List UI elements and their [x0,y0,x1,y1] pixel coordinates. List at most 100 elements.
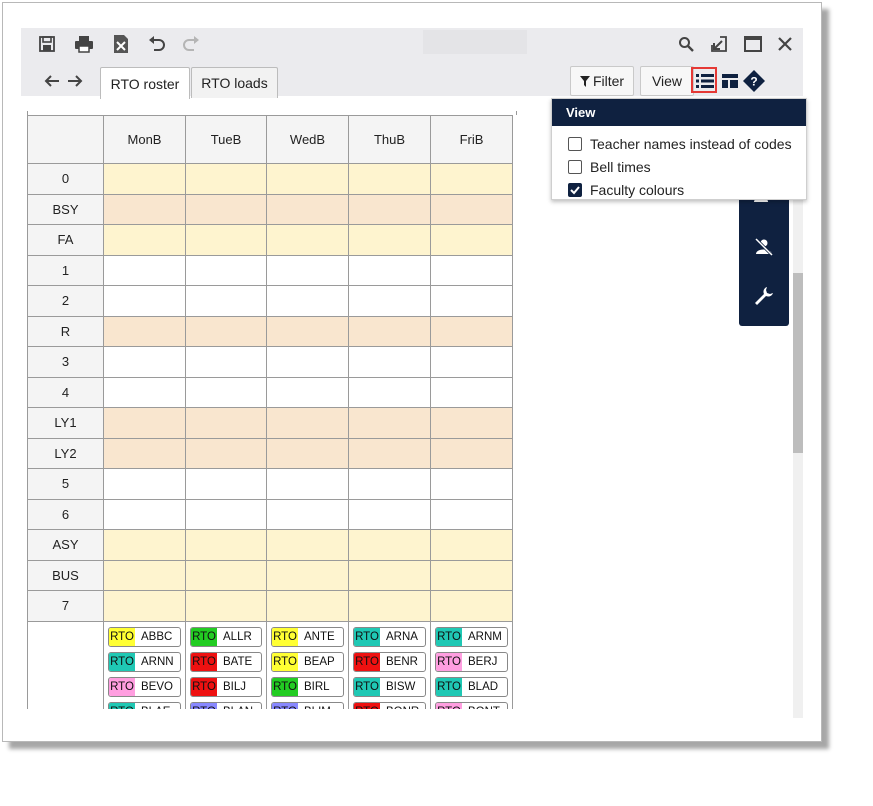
export-icon[interactable] [109,32,133,56]
roster-cell[interactable] [185,254,267,286]
roster-cell[interactable] [348,559,431,591]
checkbox[interactable] [568,136,582,151]
option-teacher-names[interactable]: Teacher names instead of codes [552,132,806,155]
option-faculty-colours[interactable]: Faculty colours [552,178,806,201]
roster-cell[interactable] [430,559,513,591]
roster-cell[interactable] [185,498,267,530]
roster-cell[interactable] [266,224,349,256]
roster-cell[interactable] [103,224,186,256]
roster-cell[interactable] [185,437,267,469]
save-icon[interactable] [35,32,59,56]
roster-cell[interactable] [103,407,186,439]
roster-cell[interactable] [103,529,186,561]
roster-cell[interactable] [185,468,267,500]
teacher-chip[interactable]: RTOBLAE [108,701,181,709]
checkbox[interactable] [568,159,582,174]
roster-cell[interactable] [348,407,431,439]
roster-cell[interactable] [185,529,267,561]
roster-cell[interactable] [348,315,431,347]
roster-cell[interactable] [266,529,349,561]
roster-cell[interactable] [266,193,349,225]
roster-cell[interactable] [430,285,513,317]
teacher-chip[interactable]: RTO ARNM [435,626,508,647]
print-icon[interactable] [72,32,96,56]
teacher-chip[interactable]: RTOBONT [435,701,508,709]
roster-cell[interactable] [185,163,267,195]
roster-cell[interactable] [430,407,513,439]
teacher-chip[interactable]: RTO BLAD [435,676,508,697]
teacher-chip[interactable]: RTO BILJ [190,676,262,697]
roster-cell[interactable] [266,285,349,317]
roster-cell[interactable] [430,376,513,408]
roster-cell[interactable] [103,559,186,591]
roster-cell[interactable] [430,529,513,561]
roster-cell[interactable] [103,498,186,530]
scrollbar-thumb[interactable] [793,273,803,453]
teacher-chip[interactable]: RTO ARNA [353,626,426,647]
teacher-chip[interactable]: RTO BATE [190,651,262,672]
undo-icon[interactable] [145,32,169,56]
roster-cell[interactable] [348,468,431,500]
teacher-chip[interactable]: RTO BEAP [271,651,344,672]
roster-cell[interactable] [103,193,186,225]
roster-cell[interactable] [348,437,431,469]
roster-cell[interactable] [266,315,349,347]
roster-cell[interactable] [266,346,349,378]
wrench-icon[interactable] [752,284,776,308]
roster-cell[interactable] [103,468,186,500]
view-button[interactable]: View [640,66,694,96]
roster-cell[interactable] [266,407,349,439]
teacher-chip[interactable]: RTO ARNN [108,651,181,672]
roster-cell[interactable] [185,590,267,622]
roster-cell[interactable] [348,285,431,317]
roster-cell[interactable] [430,315,513,347]
roster-cell[interactable] [430,498,513,530]
teacher-chip[interactable]: RTOBONR [353,701,426,709]
help-icon[interactable]: ? [742,69,766,93]
roster-cell[interactable] [348,224,431,256]
back-arrow-icon[interactable] [40,69,64,93]
roster-cell[interactable] [266,498,349,530]
search-icon[interactable] [674,32,698,56]
roster-cell[interactable] [185,376,267,408]
roster-cell[interactable] [348,529,431,561]
roster-cell[interactable] [103,346,186,378]
layout-icon[interactable] [718,69,742,93]
teacher-chip[interactable]: RTO BERJ [435,651,508,672]
tab-rto-loads[interactable]: RTO loads [191,67,278,98]
roster-cell[interactable] [430,224,513,256]
roster-cell[interactable] [430,590,513,622]
roster-cell[interactable] [266,590,349,622]
roster-cell[interactable] [430,346,513,378]
maximize-icon[interactable] [741,32,765,56]
roster-cell[interactable] [430,254,513,286]
teacher-chip[interactable]: RTO BIRL [271,676,344,697]
roster-cell[interactable] [348,163,431,195]
roster-cell[interactable] [185,285,267,317]
roster-cell[interactable] [266,468,349,500]
roster-cell[interactable] [266,163,349,195]
roster-cell[interactable] [348,590,431,622]
roster-cell[interactable] [266,376,349,408]
roster-cell[interactable] [185,407,267,439]
checkbox-checked[interactable] [568,182,582,197]
roster-cell[interactable] [103,285,186,317]
roster-cell[interactable] [348,254,431,286]
roster-cell[interactable] [348,346,431,378]
teacher-chip[interactable]: RTOBLAN [190,701,262,709]
close-icon[interactable] [773,32,797,56]
roster-cell[interactable] [103,254,186,286]
filter-button[interactable]: Filter [570,66,634,96]
teacher-chip[interactable]: RTO BEVO [108,676,181,697]
roster-cell[interactable] [430,468,513,500]
roster-cell[interactable] [103,376,186,408]
roster-cell[interactable] [348,498,431,530]
forward-arrow-icon[interactable] [63,69,87,93]
roster-cell[interactable] [348,376,431,408]
teacher-chip[interactable]: RTO ANTE [271,626,344,647]
roster-cell[interactable] [430,437,513,469]
teacher-chip[interactable]: RTOBLIM [271,701,344,709]
roster-cell[interactable] [430,163,513,195]
option-bell-times[interactable]: Bell times [552,155,806,178]
roster-cell[interactable] [266,437,349,469]
